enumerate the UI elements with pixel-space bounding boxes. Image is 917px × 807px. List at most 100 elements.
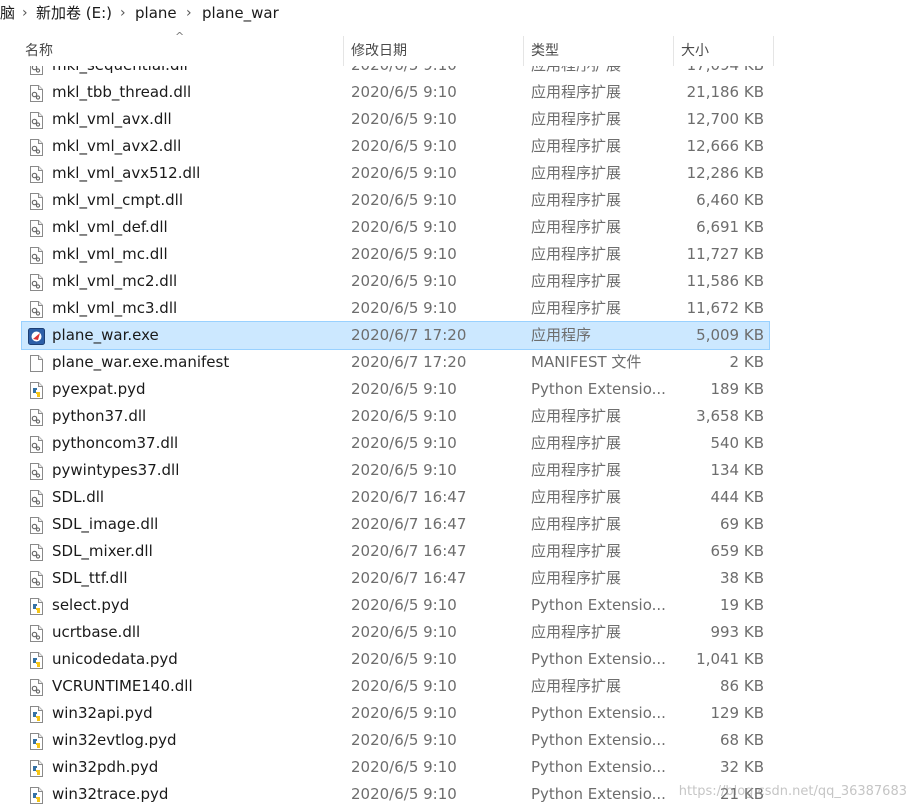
file-size: 68 KB xyxy=(720,731,764,749)
dll-file-icon xyxy=(28,408,45,426)
file-name: SDL.dll xyxy=(52,488,105,506)
watermark: https://blog.csdn.net/qq_36387683 xyxy=(678,784,907,799)
file-type: 应用程序扩展 xyxy=(531,542,622,560)
file-date: 2020/6/5 9:10 xyxy=(351,731,457,749)
python-file-icon xyxy=(28,732,45,750)
file-name: mkl_vml_def.dll xyxy=(52,218,168,236)
file-row[interactable]: mkl_vml_def.dll 2020/6/5 9:10 应用程序扩展 6,691 … xyxy=(22,214,769,241)
file-row[interactable]: mkl_vml_mc.dll 2020/6/5 9:10 应用程序扩展 11,727 … xyxy=(22,241,769,268)
file-type: 应用程序扩展 xyxy=(531,218,622,236)
file-row[interactable]: ucrtbase.dll 2020/6/5 9:10 应用程序扩展 993 KB xyxy=(22,619,769,646)
file-row[interactable]: win32api.pyd 2020/6/5 9:10 Python Extensio… xyxy=(22,700,769,727)
file-size: 5,009 KB xyxy=(696,326,764,344)
file-size: 1,041 KB xyxy=(696,650,764,668)
file-size: 12,286 KB xyxy=(686,164,764,182)
file-size: 21,186 KB xyxy=(686,83,764,101)
file-row[interactable]: pyexpat.pyd 2020/6/5 9:10 Python Extensio.… xyxy=(22,376,769,403)
file-date: 2020/6/5 9:10 xyxy=(351,596,457,614)
column-divider[interactable] xyxy=(523,36,524,66)
file-type: 应用程序扩展 xyxy=(531,677,622,695)
file-date: 2020/6/5 9:10 xyxy=(351,704,457,722)
file-row[interactable]: mkl_vml_avx512.dll 2020/6/5 9:10 应用程序扩展 12,… xyxy=(22,160,769,187)
file-name: VCRUNTIME140.dll xyxy=(52,677,193,695)
file-name: win32trace.pyd xyxy=(52,785,169,803)
file-date: 2020/6/7 16:47 xyxy=(351,542,467,560)
python-file-icon xyxy=(28,786,45,804)
file-size: 444 KB xyxy=(710,488,764,506)
file-row[interactable]: pythoncom37.dll 2020/6/5 9:10 应用程序扩展 540 KB xyxy=(22,430,769,457)
file-row[interactable]: mkl_vml_mc3.dll 2020/6/5 9:10 应用程序扩展 11,672… xyxy=(22,295,769,322)
file-row[interactable]: mkl_vml_avx.dll 2020/6/5 9:10 应用程序扩展 12,700… xyxy=(22,106,769,133)
file-type: 应用程序扩展 xyxy=(531,83,622,101)
file-date: 2020/6/5 9:10 xyxy=(351,299,457,317)
file-row[interactable]: SDL_image.dll 2020/6/7 16:47 应用程序扩展 69 KB xyxy=(22,511,769,538)
file-row[interactable]: win32evtlog.pyd 2020/6/5 9:10 Python Exten… xyxy=(22,727,769,754)
file-row[interactable]: select.pyd 2020/6/5 9:10 Python Extensio..… xyxy=(22,592,769,619)
dll-file-icon xyxy=(28,435,45,453)
file-size: 189 KB xyxy=(710,380,764,398)
file-size: 6,691 KB xyxy=(696,218,764,236)
file-date: 2020/6/5 9:10 xyxy=(351,650,457,668)
file-type: Python Extensio... xyxy=(531,380,666,398)
column-header-date[interactable]: 修改日期 xyxy=(351,28,407,66)
file-size: 19 KB xyxy=(720,596,764,614)
file-date: 2020/6/5 9:10 xyxy=(351,758,457,776)
column-divider[interactable] xyxy=(343,36,344,66)
file-name: mkl_vml_avx2.dll xyxy=(52,137,182,155)
file-size: 659 KB xyxy=(710,542,764,560)
file-row[interactable]: VCRUNTIME140.dll 2020/6/5 9:10 应用程序扩展 86 KB xyxy=(22,673,769,700)
file-size: 38 KB xyxy=(720,569,764,587)
dll-file-icon xyxy=(28,300,45,318)
file-type: 应用程序扩展 xyxy=(531,299,622,317)
file-size: 6,460 KB xyxy=(696,191,764,209)
file-type: 应用程序扩展 xyxy=(531,407,622,425)
column-header-type[interactable]: 类型 xyxy=(531,28,559,66)
file-name: select.pyd xyxy=(52,596,130,614)
file-row[interactable]: win32trace.pyd 2020/6/5 9:10 Python Extens… xyxy=(22,781,769,807)
file-size: 11,672 KB xyxy=(686,299,764,317)
file-row[interactable]: plane_war.exe 2020/6/7 17:20 应用程序 5,009 KB xyxy=(21,321,770,350)
file-date: 2020/6/5 9:10 xyxy=(351,461,457,479)
file-date: 2020/6/7 16:47 xyxy=(351,488,467,506)
file-name: plane_war.exe xyxy=(52,326,159,344)
column-divider[interactable] xyxy=(773,36,774,66)
column-header-size[interactable]: 大小 xyxy=(681,28,709,66)
file-type: Python Extensio... xyxy=(531,785,666,803)
file-row[interactable]: mkl_tbb_thread.dll 2020/6/5 9:10 应用程序扩展 21,… xyxy=(22,79,769,106)
file-row[interactable]: SDL_ttf.dll 2020/6/7 16:47 应用程序扩展 38 KB xyxy=(22,565,769,592)
file-date: 2020/6/7 16:47 xyxy=(351,515,467,533)
file-name: mkl_vml_mc.dll xyxy=(52,245,168,263)
file-date: 2020/6/5 9:10 xyxy=(351,380,457,398)
file-name: pyexpat.pyd xyxy=(52,380,146,398)
file-date: 2020/6/5 9:10 xyxy=(351,272,457,290)
file-type: 应用程序 xyxy=(531,326,592,344)
file-type: 应用程序扩展 xyxy=(531,434,622,452)
dll-file-icon xyxy=(28,570,45,588)
file-name: SDL_mixer.dll xyxy=(52,542,153,560)
file-name: plane_war.exe.manifest xyxy=(52,353,230,371)
file-date: 2020/6/5 9:10 xyxy=(351,110,457,128)
file-row[interactable]: unicodedata.pyd 2020/6/5 9:10 Python Exten… xyxy=(22,646,769,673)
column-divider[interactable] xyxy=(673,36,674,66)
dll-file-icon xyxy=(28,462,45,480)
file-row[interactable]: mkl_vml_avx2.dll 2020/6/5 9:10 应用程序扩展 12,66… xyxy=(22,133,769,160)
file-row[interactable]: mkl_vml_cmpt.dll 2020/6/5 9:10 应用程序扩展 6,460… xyxy=(22,187,769,214)
file-row[interactable]: pywintypes37.dll 2020/6/5 9:10 应用程序扩展 134 K… xyxy=(22,457,769,484)
file-type: 应用程序扩展 xyxy=(531,569,622,587)
dll-file-icon xyxy=(28,165,45,183)
file-type: 应用程序扩展 xyxy=(531,164,622,182)
file-row[interactable]: SDL_mixer.dll 2020/6/7 16:47 应用程序扩展 659 KB xyxy=(22,538,769,565)
file-row[interactable]: win32pdh.pyd 2020/6/5 9:10 Python Extensio… xyxy=(22,754,769,781)
file-row[interactable]: plane_war.exe.manifest 2020/6/7 17:20 MANI… xyxy=(22,349,769,376)
dll-file-icon xyxy=(28,678,45,696)
file-row[interactable]: mkl_vml_mc2.dll 2020/6/5 9:10 应用程序扩展 11,586… xyxy=(22,268,769,295)
file-type: Python Extensio... xyxy=(531,704,666,722)
file-list: mkl_sequential.dll2020/6/5 9:10应用程序扩展17,… xyxy=(0,0,917,807)
file-row[interactable]: python37.dll 2020/6/5 9:10 应用程序扩展 3,658 KB xyxy=(22,403,769,430)
file-row[interactable]: SDL.dll 2020/6/7 16:47 应用程序扩展 444 KB xyxy=(22,484,769,511)
file-date: 2020/6/7 17:20 xyxy=(351,326,467,344)
blank-file-icon xyxy=(28,354,45,372)
file-size: 12,700 KB xyxy=(686,110,764,128)
column-header-name[interactable]: 名称 xyxy=(25,28,53,66)
dll-file-icon xyxy=(28,192,45,210)
